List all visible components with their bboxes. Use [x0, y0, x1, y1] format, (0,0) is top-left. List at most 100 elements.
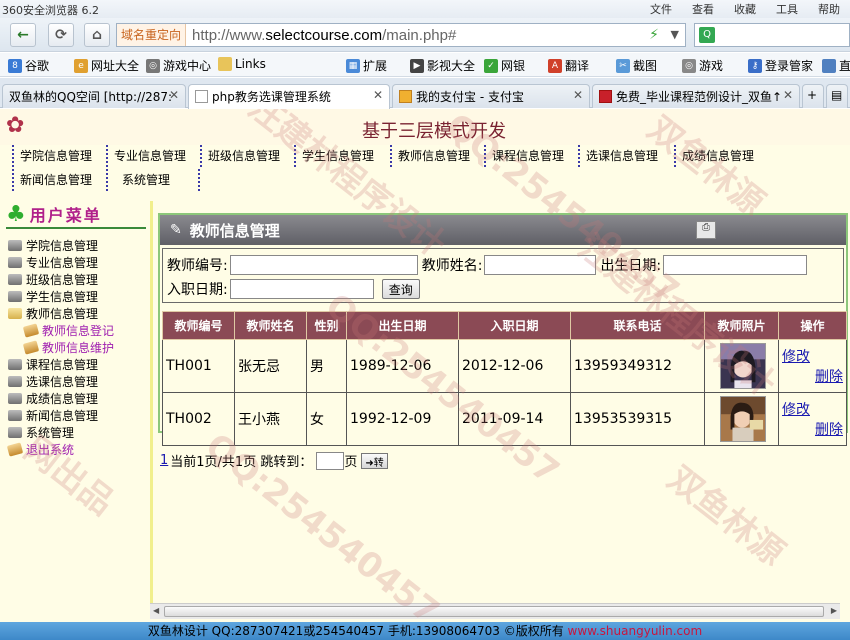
sidebar-header: ♣ 用户菜单: [6, 201, 146, 229]
menu-view[interactable]: 查看: [692, 1, 714, 17]
translate-icon: A: [548, 58, 562, 73]
tab-list-icon: ▤: [831, 88, 843, 102]
menu-tools[interactable]: 工具: [776, 1, 798, 17]
toolbar-translate[interactable]: A 翻译: [548, 57, 589, 74]
table-row: TH002 王小燕 女 1992-12-09 2011-09-14 139535…: [162, 392, 847, 446]
tab-course-system[interactable]: php教务选课管理系统 ✕: [188, 84, 390, 109]
mainmenu-class[interactable]: 班级信息管理: [200, 145, 280, 167]
toolbar-login-manager[interactable]: ⚷ 登录管家: [748, 57, 813, 74]
sidebar-item-label: 选课信息管理: [26, 375, 99, 389]
close-icon[interactable]: ✕: [373, 88, 383, 102]
tab-list-button[interactable]: ▤: [826, 84, 848, 108]
col-phone: 联系电话: [570, 311, 705, 340]
sidebar-item-label: 教师信息维护: [42, 341, 115, 355]
mainmenu-score[interactable]: 成绩信息管理: [674, 145, 754, 167]
scroll-right-icon[interactable]: ▶: [831, 606, 837, 615]
delete-link[interactable]: 删除: [782, 366, 846, 386]
fav-games[interactable]: ◎ 游戏中心: [146, 57, 211, 74]
tab-alipay[interactable]: 我的支付宝 - 支付宝 ✕: [392, 84, 590, 108]
edit-link[interactable]: 修改: [782, 346, 846, 366]
address-dropdown-icon[interactable]: ▼: [671, 28, 679, 41]
menu-help[interactable]: 帮助: [818, 1, 840, 17]
mainmenu-news[interactable]: 新闻信息管理: [12, 169, 92, 191]
close-icon[interactable]: ✕: [783, 88, 793, 102]
scrollbar-thumb[interactable]: [164, 606, 824, 617]
refresh-button[interactable]: ⟳: [48, 23, 74, 47]
sidebar-item-class[interactable]: 班级信息管理: [6, 271, 146, 288]
toolbar-video[interactable]: ▶ 影视大全: [410, 57, 475, 74]
scroll-left-icon[interactable]: ◀: [153, 606, 159, 615]
tab-free-design[interactable]: 免费_毕业课程范例设计_双鱼↑ ✕: [592, 84, 800, 108]
mainmenu-select[interactable]: 选课信息管理: [578, 145, 658, 167]
sidebar-item-teacher-maintain[interactable]: 教师信息维护: [6, 339, 146, 356]
tab-label: 我的支付宝 - 支付宝: [416, 90, 524, 104]
toolbar-screenshot[interactable]: ✂ 截图: [616, 57, 657, 74]
jump-page-input[interactable]: [316, 451, 345, 470]
table-row: TH001 张无忌 男 1989-12-06 2012-12-06 139593…: [162, 339, 847, 393]
teacher-table: 教师编号 教师姓名 性别 出生日期 入职日期 联系电话 教师照片 操作 TH00…: [162, 311, 847, 446]
tab-label: 免费_毕业课程范例设计_双鱼↑: [616, 90, 783, 104]
gamepad-icon: ◎: [146, 58, 160, 73]
sidebar-item-select[interactable]: 选课信息管理: [6, 373, 146, 390]
search-box[interactable]: Q: [694, 23, 850, 47]
sidebar-item-score[interactable]: 成绩信息管理: [6, 390, 146, 407]
menu-file[interactable]: 文件: [650, 1, 672, 17]
sidebar-item-news[interactable]: 新闻信息管理: [6, 407, 146, 424]
browser-title: 360安全浏览器 6.2: [2, 4, 99, 17]
mainmenu-course[interactable]: 课程信息管理: [484, 145, 564, 167]
redirect-tag[interactable]: 域名重定向: [117, 24, 187, 46]
close-icon[interactable]: ✕: [573, 88, 583, 102]
toolbar-bank[interactable]: ✓ 网银: [484, 57, 525, 74]
sidebar-item-college[interactable]: 学院信息管理: [6, 237, 146, 254]
mainmenu-college[interactable]: 学院信息管理: [12, 145, 92, 167]
home-button[interactable]: ⌂: [84, 23, 110, 47]
gamepad-icon: ◎: [682, 58, 696, 73]
new-tab-button[interactable]: +: [802, 84, 824, 108]
hire-date-input[interactable]: [229, 279, 374, 299]
sidebar-item-label: 成绩信息管理: [26, 392, 99, 406]
sidebar-item-teacher-register[interactable]: 教师信息登记: [6, 322, 146, 339]
fav-sites[interactable]: e 网址大全: [74, 57, 139, 74]
horizontal-scrollbar[interactable]: ◀ ▶: [150, 603, 840, 619]
address-url[interactable]: http://www.selectcourse.com/main.php#: [186, 27, 456, 44]
toolbar-extensions[interactable]: ▦ 扩展: [346, 57, 387, 74]
sidebar-item-course[interactable]: 课程信息管理: [6, 356, 146, 373]
delete-link[interactable]: 删除: [782, 419, 846, 439]
col-photo: 教师照片: [704, 311, 779, 340]
query-button[interactable]: 查询: [381, 279, 420, 299]
teacher-photo[interactable]: [720, 396, 766, 442]
fav-links[interactable]: Links: [218, 57, 266, 71]
tab-qq-space[interactable]: 双鱼林的QQ空间 [http://287: ✕: [2, 84, 186, 108]
edit-link[interactable]: 修改: [782, 399, 846, 419]
close-icon[interactable]: ✕: [169, 88, 179, 102]
teacher-photo[interactable]: [720, 343, 766, 389]
teacher-no-input[interactable]: [229, 255, 418, 275]
page-link[interactable]: 1: [160, 453, 168, 468]
sidebar-item-teacher[interactable]: 教师信息管理: [6, 305, 146, 322]
printer-icon[interactable]: ⎙: [696, 221, 716, 239]
cell-phone: 13953539315: [570, 392, 705, 446]
mainmenu-teacher[interactable]: 教师信息管理: [390, 145, 470, 167]
back-button[interactable]: ←: [10, 23, 36, 47]
fav-label: 游戏: [699, 59, 724, 73]
search-engine-icon[interactable]: Q: [699, 27, 715, 43]
go-button[interactable]: ➜转: [361, 452, 388, 469]
toolbar-games[interactable]: ◎ 游戏: [682, 57, 723, 74]
sidebar-item-major[interactable]: 专业信息管理: [6, 254, 146, 271]
mainmenu-student[interactable]: 学生信息管理: [294, 145, 374, 167]
mainmenu-system[interactable]: 系统管理: [106, 169, 170, 191]
col-actions: 操作: [778, 311, 847, 340]
sidebar-item-student[interactable]: 学生信息管理: [6, 288, 146, 305]
mainmenu-major[interactable]: 专业信息管理: [106, 145, 186, 167]
sidebar-item-system[interactable]: 系统管理: [6, 424, 146, 441]
menu-favorites[interactable]: 收藏: [734, 1, 756, 17]
speed-mode-icon[interactable]: ⚡: [649, 27, 659, 43]
go-label: 转: [373, 457, 384, 469]
sidebar-item-logout[interactable]: 退出系统: [6, 441, 146, 458]
address-bar[interactable]: 域名重定向 http://www.selectcourse.com/main.p…: [116, 23, 686, 47]
birth-date-input[interactable]: [663, 255, 808, 275]
fav-google[interactable]: 8 谷歌: [8, 57, 49, 74]
teacher-name-input[interactable]: [484, 255, 597, 275]
toolbar-more[interactable]: 直: [822, 57, 850, 74]
footer-site-link[interactable]: www.shuangyulin.com: [568, 624, 703, 638]
